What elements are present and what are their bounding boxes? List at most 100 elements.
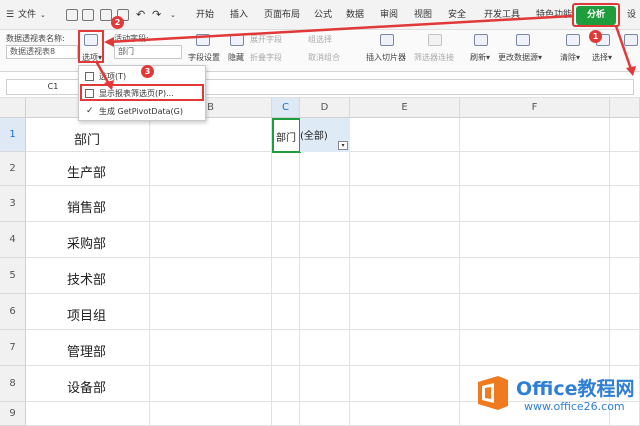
column-header-e[interactable]: E: [350, 98, 460, 118]
grid-cell[interactable]: [300, 366, 350, 402]
row-header-2[interactable]: 2: [0, 152, 26, 186]
row-header-1[interactable]: 1: [0, 118, 26, 152]
cell-a6[interactable]: 项目组: [67, 305, 106, 324]
column-header-f[interactable]: F: [460, 98, 610, 118]
tab-special-features[interactable]: 特色功能: [536, 0, 572, 30]
column-header-c[interactable]: C: [272, 98, 300, 118]
change-source-button[interactable]: 更改数据源▾: [498, 52, 542, 63]
grid-cell[interactable]: [460, 118, 610, 152]
format-painter-icon[interactable]: [82, 9, 94, 21]
row-header-4[interactable]: 4: [0, 222, 26, 258]
insert-slicer-button[interactable]: 插入切片器: [366, 52, 406, 63]
grid-cell[interactable]: [350, 152, 460, 186]
active-field-input[interactable]: 部门: [114, 45, 182, 59]
grid-cell[interactable]: [150, 258, 272, 294]
grid-cell[interactable]: [300, 222, 350, 258]
column-header-d[interactable]: D: [300, 98, 350, 118]
expand-field-button[interactable]: 展开字段: [250, 34, 282, 45]
cell-a3[interactable]: 销售部: [67, 197, 106, 216]
grid-cell[interactable]: [150, 402, 272, 426]
tab-developer[interactable]: 开发工具: [484, 0, 520, 30]
grid-cell[interactable]: [460, 186, 610, 222]
row-header-3[interactable]: 3: [0, 186, 26, 222]
tab-insert[interactable]: 插入: [230, 0, 248, 30]
hide-icon[interactable]: [230, 34, 244, 46]
grid-cell[interactable]: [460, 222, 610, 258]
grid-cell[interactable]: [350, 186, 460, 222]
grid-cell[interactable]: [610, 152, 640, 186]
grid-cell[interactable]: [26, 402, 150, 426]
clear-icon[interactable]: [566, 34, 580, 46]
grid-cell[interactable]: [150, 294, 272, 330]
insert-slicer-icon[interactable]: [380, 34, 394, 46]
grid-cell[interactable]: [272, 330, 300, 366]
cell-a5[interactable]: 技术部: [67, 269, 106, 288]
grid-cell[interactable]: [610, 118, 640, 152]
cell-a4[interactable]: 采购部: [67, 233, 106, 252]
grid-cell[interactable]: [272, 222, 300, 258]
grid-cell[interactable]: [460, 294, 610, 330]
row-header-8[interactable]: 8: [0, 366, 26, 402]
grid-cell[interactable]: [350, 118, 460, 152]
tab-home[interactable]: 开始: [196, 0, 214, 30]
clear-button[interactable]: 清除▾: [560, 52, 580, 63]
grid-cell[interactable]: [272, 186, 300, 222]
change-source-icon[interactable]: [516, 34, 530, 46]
hamburger-icon[interactable]: ☰: [6, 0, 14, 30]
cell-a8[interactable]: 设备部: [67, 377, 106, 396]
grid-cell[interactable]: [610, 222, 640, 258]
tab-page-layout[interactable]: 页面布局: [264, 0, 300, 30]
grid-cell[interactable]: [460, 258, 610, 294]
menu-file[interactable]: 文件: [18, 0, 36, 30]
grid-cell[interactable]: [460, 330, 610, 366]
menu-item-generate-getpivotdata[interactable]: ✓ 生成 GetPivotData(G): [79, 103, 205, 120]
filter-connections-icon[interactable]: [428, 34, 442, 46]
ungroup-button[interactable]: 取消组合: [308, 52, 340, 63]
grid-cell[interactable]: [460, 152, 610, 186]
grid-cell[interactable]: [150, 186, 272, 222]
grid-cell[interactable]: [350, 366, 460, 402]
grid-cell[interactable]: [300, 152, 350, 186]
grid-cell[interactable]: [350, 294, 460, 330]
pivot-name-field[interactable]: 数据透视表8: [6, 45, 78, 59]
row-header-9[interactable]: 9: [0, 402, 26, 426]
column-header-g[interactable]: [610, 98, 640, 118]
grid-cell[interactable]: [272, 258, 300, 294]
hide-button[interactable]: 隐藏: [228, 52, 244, 63]
grid-cell[interactable]: [150, 330, 272, 366]
grid-cell[interactable]: [350, 222, 460, 258]
quick-access-menu-icon[interactable]: ⌄: [170, 0, 176, 30]
row-header-5[interactable]: 5: [0, 258, 26, 294]
refresh-icon[interactable]: [474, 34, 488, 46]
filter-dropdown-icon[interactable]: ▾: [338, 141, 348, 150]
tab-view[interactable]: 视图: [414, 0, 432, 30]
grid-cell[interactable]: [150, 222, 272, 258]
cell-a1[interactable]: 部门: [74, 129, 100, 148]
grid-cell[interactable]: [300, 258, 350, 294]
tab-review[interactable]: 审阅: [380, 0, 398, 30]
row-header-6[interactable]: 6: [0, 294, 26, 330]
select-button[interactable]: 选择▾: [592, 52, 612, 63]
field-settings-icon[interactable]: [196, 34, 210, 46]
move-pivot-icon[interactable]: [624, 34, 638, 46]
cell-a7[interactable]: 管理部: [67, 341, 106, 360]
grid-cell[interactable]: [350, 258, 460, 294]
refresh-button[interactable]: 刷新▾: [470, 52, 490, 63]
tab-security[interactable]: 安全: [448, 0, 466, 30]
grid-cell[interactable]: [300, 330, 350, 366]
save-icon[interactable]: [66, 9, 78, 21]
select-all-corner[interactable]: [0, 98, 26, 118]
grid-cell[interactable]: [300, 186, 350, 222]
cell-a2[interactable]: 生产部: [67, 162, 106, 181]
grid-cell[interactable]: [350, 402, 460, 426]
group-select-button[interactable]: 组选择: [308, 34, 332, 45]
grid-cell[interactable]: [150, 152, 272, 186]
grid-cell[interactable]: [150, 366, 272, 402]
grid-cell[interactable]: [300, 402, 350, 426]
grid-cell[interactable]: [350, 330, 460, 366]
grid-cell[interactable]: [610, 186, 640, 222]
tab-design[interactable]: 设: [627, 0, 636, 30]
grid-cell[interactable]: [272, 294, 300, 330]
redo-icon[interactable]: ↷: [152, 0, 161, 30]
grid-cell[interactable]: [610, 294, 640, 330]
